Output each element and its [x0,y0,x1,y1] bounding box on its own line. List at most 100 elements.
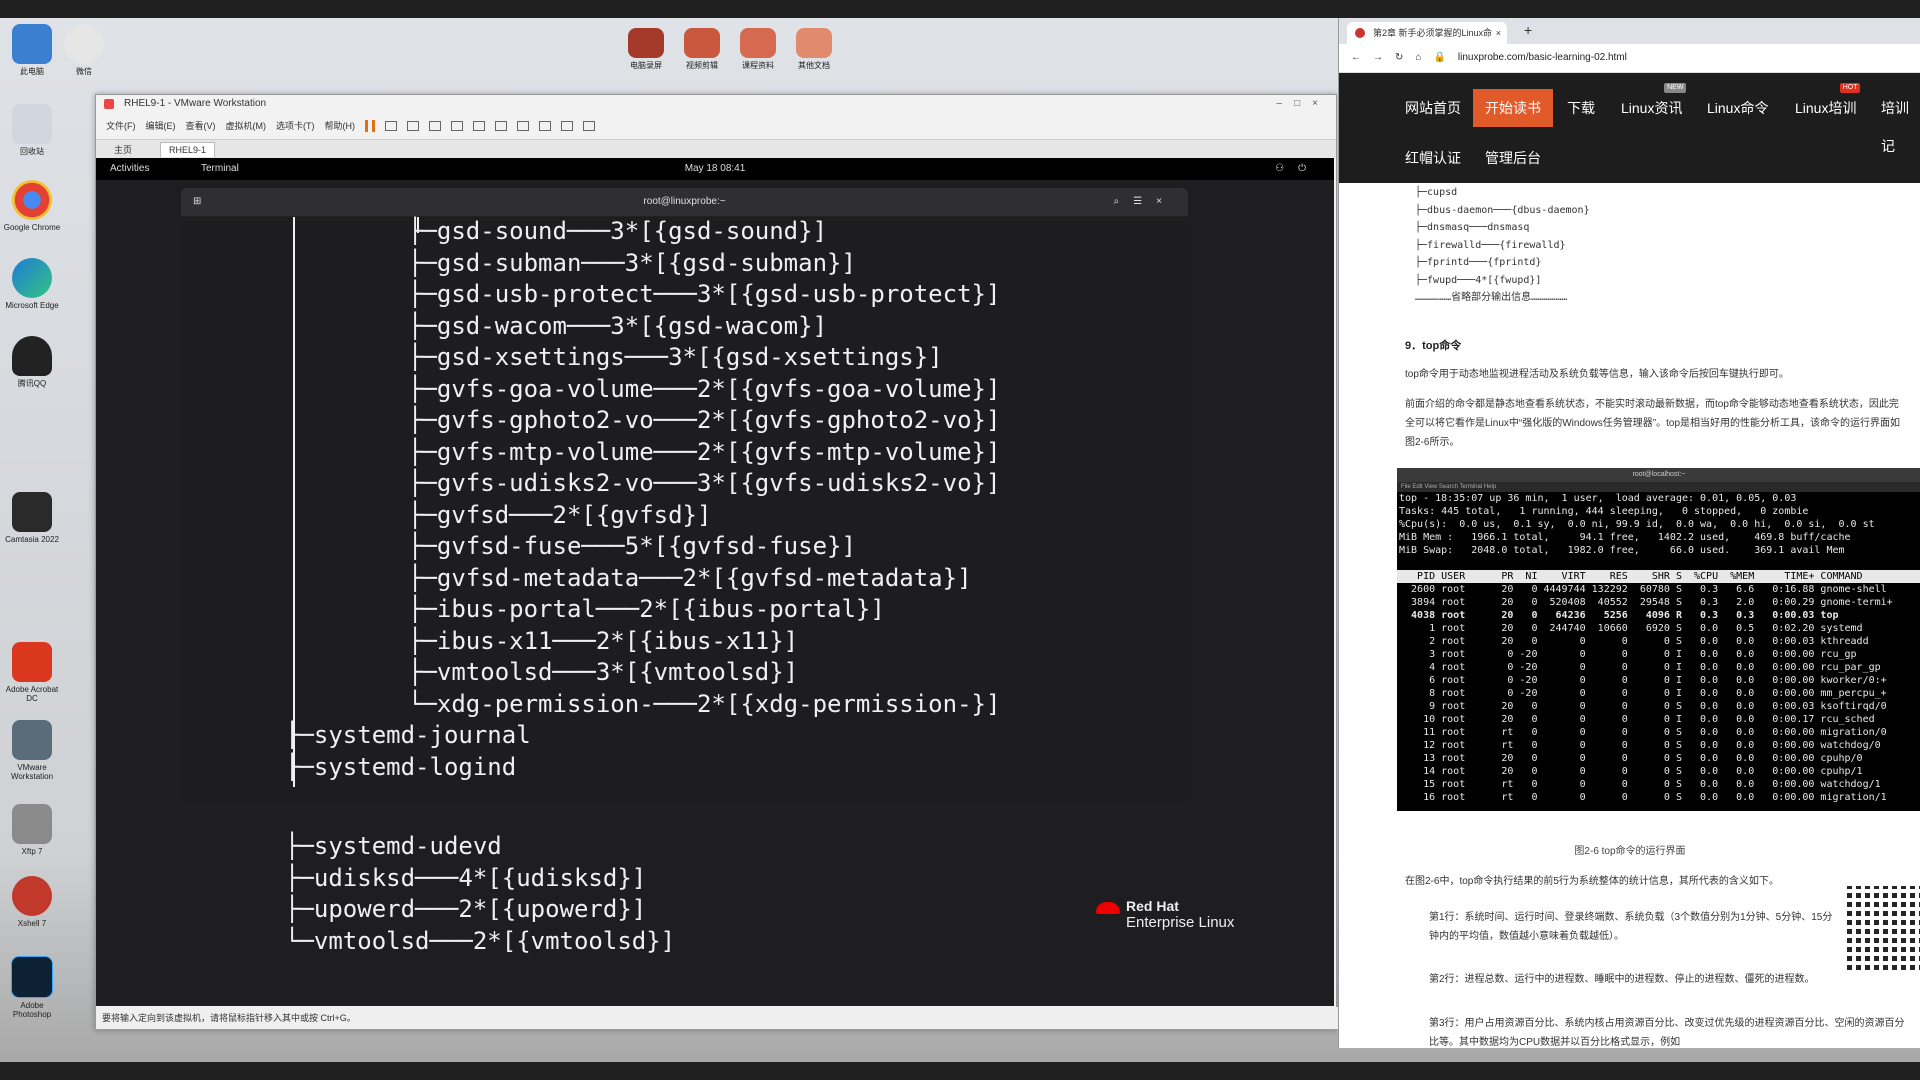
top-summary-line: %Cpu(s): 0.0 us, 0.1 sy, 0.0 ni, 99.9 id… [1399,519,1875,530]
top-process-row: 13 root 20 0 0 0 0 S 0.0 0.0 0:00.00 cpu… [1399,753,1863,764]
desktop-icon-edge[interactable]: Microsoft Edge [2,258,62,310]
desktop-icon-xshell[interactable]: Xshell 7 [2,876,62,928]
guest-display[interactable]: Activities Terminal May 18 08:41 ⚇⏻ ⊞ ro… [96,158,1334,1006]
unity-icon[interactable] [539,121,551,131]
nav-start-reading[interactable]: 开始读书 [1473,89,1553,127]
top-summary-line: MiB Swap: 2048.0 total, 1982.0 free, 66.… [1399,545,1845,556]
stretch-guest-icon[interactable] [583,121,595,131]
nav-linux-news[interactable]: Linux资讯 NEW [1621,83,1687,127]
folder-icon [684,28,720,58]
nav-linux-training[interactable]: Linux培训 HOT [1795,83,1861,127]
thumbnail-view-icon[interactable] [495,121,507,131]
desktop-folder-3[interactable]: 课程资料 [728,28,788,70]
snapshot-manager-icon[interactable] [451,121,463,131]
console-view-icon[interactable] [561,121,573,131]
desktop-icon-photoshop[interactable]: Adobe Photoshop [2,956,62,1019]
browser-tab-strip: 第2章 新手必须掌握的Linux命 × + [1339,18,1920,44]
top-command-screenshot: root@localhost:~ File Edit View Search T… [1397,468,1920,811]
terminal-line: ├─vmtoolsd───3*[{vmtoolsd}] [408,658,799,686]
code-line: ├─cupsd [1415,187,1458,198]
nav-linux-commands[interactable]: Linux命令 [1707,89,1768,127]
top-process-row: 11 root rt 0 0 0 0 S 0.0 0.0 0:00.00 mig… [1399,727,1887,738]
library-view-icon[interactable] [473,121,485,131]
menu-help[interactable]: 帮助(H) [325,113,356,139]
desktop-folder-1[interactable]: 电脑录屏 [616,28,676,70]
terminal-line: ├─gvfs-udisks2-vo───3*[{gvfs-udisks2-vo}… [408,469,1001,497]
nav-admin[interactable]: 管理后台 [1485,139,1541,177]
forward-icon[interactable]: → [1373,44,1383,72]
section-heading: 9．top命令 [1405,340,1462,352]
favicon-icon [1355,28,1365,38]
terminal-body[interactable]: ├─gsd-sound───3*[{gsd-sound}] ├─gsd-subm… [181,217,1188,803]
site-navigation: 网站首页 开始读书 下载 Linux资讯 NEW Linux命令 Linux培训 H… [1339,73,1920,183]
top-process-row: 2 root 20 0 0 0 0 S 0.0 0.0 0:00.03 kthr… [1399,636,1869,647]
gnome-clock[interactable]: May 18 08:41 [96,158,1334,180]
snapshot-icon[interactable] [407,121,419,131]
desktop-icon-camtasia[interactable]: Camtasia 2022 [2,492,62,544]
terminal-line: └─vmtoolsd───2*[{vmtoolsd}] [285,926,676,955]
system-menu-icons[interactable]: ⚇⏻ [1275,158,1320,180]
vmware-window: RHEL9-1 - VMware Workstation –□× 文件(F) 编… [95,94,1340,1030]
desktop-icon-this-pc[interactable]: 此电脑 [2,24,62,76]
tab-home[interactable]: 主页 [106,141,140,158]
desktop-icon-recycle-bin[interactable]: 回收站 [2,104,62,156]
menu-vm[interactable]: 虚拟机(M) [226,113,267,139]
terminal-line: ├─gsd-usb-protect───3*[{gsd-usb-protect}… [408,280,1001,308]
folder-icon [740,28,776,58]
desktop-icon-vmware[interactable]: VMware Workstation [2,720,62,781]
desktop-icon-acrobat[interactable]: Adobe Acrobat DC [2,642,62,703]
nav-training-record[interactable]: 培训记 [1881,89,1920,154]
desktop-icon-wechat[interactable]: 微信 [54,24,114,76]
close-tab-icon[interactable]: × [1496,22,1501,44]
desktop-icon-chrome[interactable]: Google Chrome [2,180,62,232]
screen-top-bar [0,0,1920,18]
redhat-logo: Red Hat Enterprise Linux [1096,898,1234,932]
vmware-logo-icon [104,99,114,109]
menu-view[interactable]: 查看(V) [186,113,216,139]
folder-icon [628,28,664,58]
desktop-folder-2[interactable]: 视频剪辑 [672,28,732,70]
menu-file[interactable]: 文件(F) [106,113,136,139]
browser-tab[interactable]: 第2章 新手必须掌握的Linux命 × [1347,22,1507,44]
window-controls[interactable]: –□× [1277,95,1330,113]
full-screen-icon[interactable] [517,121,529,131]
tab-rhel9-1[interactable]: RHEL9-1 [160,141,216,157]
paragraph: 在图2-6中，top命令执行结果的前5行为系统整体的统计信息，其所代表的含义如下… [1405,876,1779,887]
vmware-icon [12,720,52,760]
paragraph: top命令用于动态地监视进程活动及系统负载等信息，输入该命令后按回车键执行即可。 [1405,369,1789,380]
terminal-line: ├─systemd-udevd [285,832,502,860]
new-tab-button[interactable]: + [1524,22,1532,38]
code-line: ├─dbus-daemon───{dbus-daemon} [1415,204,1590,216]
list-item: 第1行：系统时间、运行时间、登录终端数、系统负载（3个数值分别为1分钟、5分钟、… [1429,912,1833,942]
terminal-controls[interactable]: ⌕☰× [1114,188,1176,216]
url-field[interactable]: linuxprobe.com/basic-learning-02.html [1458,44,1627,72]
top-process-row: 16 root rt 0 0 0 0 S 0.0 0.0 0:00.00 mig… [1399,792,1887,803]
top-process-row: 10 root 20 0 0 0 0 I 0.0 0.0 0:00.17 rcu… [1399,714,1875,725]
nav-redhat-cert[interactable]: 红帽认证 [1405,139,1461,177]
desktop-icon-xftp[interactable]: Xftp 7 [2,804,62,856]
home-icon[interactable]: ⌂ [1415,44,1421,72]
nav-download[interactable]: 下载 [1567,89,1595,127]
acrobat-icon [12,642,52,682]
nav-home[interactable]: 网站首页 [1405,89,1461,127]
menu-edit[interactable]: 编辑(E) [146,113,176,139]
terminal-line: ├─udisksd───4*[{udisksd}] [285,863,647,892]
pause-icon[interactable] [365,120,375,132]
reload-icon[interactable]: ↻ [1395,44,1403,72]
lock-icon: 🔒 [1433,52,1446,63]
top-blank-line [1397,557,1920,570]
top-summary-line: Tasks: 445 total, 1 running, 444 sleepin… [1399,506,1809,517]
vmware-status-bar: 要将输入定向到该虚拟机，请将鼠标指针移入其中或按 Ctrl+G。 [96,1007,1340,1029]
menu-tabs[interactable]: 选项卡(T) [276,113,315,139]
top-process-row: 14 root 20 0 0 0 0 S 0.0 0.0 0:00.00 cpu… [1399,766,1863,777]
code-line: ├─dnsmasq───dnsmasq [1415,222,1530,233]
top-table-header: PID USER PR NI VIRT RES SHR S %CPU %MEM … [1397,570,1920,583]
revert-snapshot-icon[interactable] [429,121,441,131]
send-ctrl-alt-del-icon[interactable] [385,121,397,131]
desktop-icon-qq[interactable]: 腾讯QQ [2,336,62,388]
back-icon[interactable]: ← [1351,44,1361,72]
desktop-folder-4[interactable]: 其他文档 [784,28,844,70]
new-tab-icon[interactable]: ⊞ [193,188,201,216]
screen-bottom-bar [0,1062,1920,1080]
top-process-row: 6 root 0 -20 0 0 0 I 0.0 0.0 0:00.00 kwo… [1399,675,1887,686]
